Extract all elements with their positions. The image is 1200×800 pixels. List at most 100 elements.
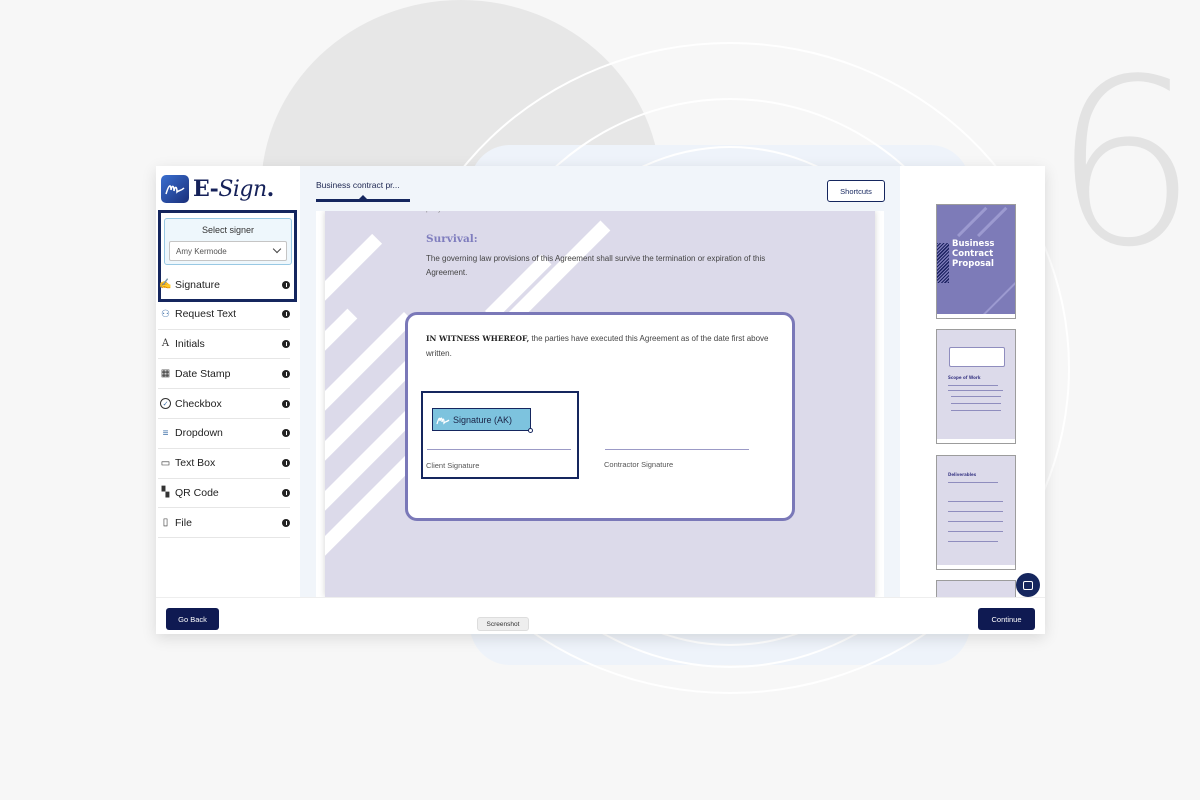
tab-caret-icon — [359, 195, 367, 199]
go-back-button[interactable]: Go Back — [166, 608, 219, 630]
info-icon[interactable] — [282, 339, 290, 348]
thumbnail-page-1[interactable]: Business Contract Proposal — [936, 204, 1016, 319]
decorative-stripe — [325, 308, 358, 361]
tab-document[interactable]: Business contract pr... — [316, 180, 400, 190]
request-text-icon: ⚇ — [161, 308, 170, 320]
signer-selector: Select signer Amy Kermode — [164, 218, 292, 265]
mini-text-line — [948, 521, 1003, 522]
signature-logo-icon — [161, 175, 189, 203]
tool-qr-code[interactable]: ▚ QR Code — [158, 479, 290, 509]
tool-checkbox[interactable]: ✓ Checkbox — [158, 389, 290, 419]
background-step-number: 6 — [1052, 31, 1199, 298]
signature-field[interactable]: Signature (AK) — [432, 408, 533, 433]
signature-line — [605, 449, 749, 450]
shortcuts-button[interactable]: Shortcuts — [827, 180, 885, 202]
decorative-stripe — [325, 233, 383, 311]
logo-dot: . — [266, 176, 275, 202]
thumbnail-footer — [937, 314, 1015, 318]
footer-bar: Go Back Screenshot Continue — [156, 597, 1045, 634]
screenshot-tooltip: Screenshot — [477, 617, 529, 631]
esign-window: E-Sign. Select signer Amy Kermode ✍ Sign… — [156, 166, 1045, 634]
thumbnail-title: Business Contract Proposal — [952, 239, 995, 269]
tool-label: Initials — [175, 337, 205, 350]
mini-text-line — [951, 403, 1001, 404]
mini-text-line — [951, 410, 1001, 411]
dropdown-icon: ≡ — [162, 427, 169, 439]
thumbnail-footer — [937, 565, 1015, 569]
info-icon[interactable] — [282, 280, 290, 289]
contractor-signature-caption: Contractor Signature — [604, 460, 674, 469]
document-editor: Business contract pr... Shortcuts party.… — [300, 166, 900, 597]
thumbnail-page-2[interactable]: Scope of Work — [936, 329, 1016, 444]
signature-field-label: Signature (AK) — [453, 414, 513, 425]
thumbnail-page-3[interactable]: Deliverables — [936, 455, 1016, 570]
clipped-text: party. — [426, 211, 443, 213]
initials-icon: A — [161, 338, 170, 350]
witness-text: IN WITNESS WHEREOF, the parties have exe… — [426, 331, 776, 361]
info-icon[interactable] — [282, 459, 290, 468]
logo: E-Sign. — [161, 175, 274, 203]
check-glyph: ✓ — [162, 400, 169, 408]
tool-file[interactable]: ▯ File — [158, 508, 290, 539]
section-paragraph: The governing law provisions of this Agr… — [426, 254, 766, 277]
thumbnail-heading: Deliverables — [948, 472, 977, 477]
info-icon[interactable] — [282, 399, 290, 408]
signer-value: Amy Kermode — [176, 247, 227, 256]
text-box-icon: ▭ — [160, 457, 171, 469]
signature-icon — [436, 416, 450, 425]
mini-text-line — [948, 385, 998, 386]
tool-text-box[interactable]: ▭ Text Box — [158, 449, 290, 479]
document-viewport[interactable]: party. Survival: The governing law provi… — [316, 211, 884, 597]
tool-label: Request Text — [175, 308, 237, 321]
chat-icon — [1023, 580, 1033, 590]
mini-text-line — [948, 541, 998, 542]
info-icon[interactable] — [282, 310, 290, 319]
field-tool-list: ✍ Signature ⚇ Request Text A Initials ▦ … — [158, 270, 290, 539]
tool-label: Date Stamp — [175, 367, 231, 380]
tool-request-text[interactable]: ⚇ Request Text — [158, 300, 290, 330]
signer-dropdown[interactable]: Amy Kermode — [169, 241, 287, 261]
document-page: party. Survival: The governing law provi… — [325, 211, 875, 597]
continue-button[interactable]: Continue — [978, 608, 1035, 630]
resize-handle[interactable] — [528, 428, 533, 433]
tool-signature[interactable]: ✍ Signature — [158, 270, 290, 300]
tab-active-indicator — [316, 199, 410, 202]
info-icon[interactable] — [282, 488, 290, 497]
client-signature-area[interactable]: Signature (AK) Client Signature — [421, 391, 579, 479]
mini-text-line — [948, 531, 1003, 532]
thumbnail-footer — [937, 439, 1015, 443]
mini-text-line — [948, 501, 1003, 502]
logo-suffix: Sign — [218, 177, 267, 202]
tool-label: Checkbox — [175, 397, 222, 410]
info-icon[interactable] — [282, 518, 290, 527]
tool-label: QR Code — [175, 486, 219, 499]
logo-text: E-Sign. — [193, 176, 274, 202]
page-thumbnails: Business Contract Proposal Scope of Work… — [900, 166, 1045, 634]
check-circle-icon: ✓ — [160, 398, 171, 410]
mini-text-line — [948, 390, 1003, 391]
file-icon: ▯ — [162, 517, 169, 529]
sidebar: E-Sign. Select signer Amy Kermode ✍ Sign… — [156, 166, 300, 597]
chat-support-button[interactable] — [1016, 573, 1040, 597]
witness-bold: IN WITNESS WHEREOF, — [426, 334, 530, 343]
tool-initials[interactable]: A Initials — [158, 330, 290, 360]
tool-label: Dropdown — [175, 427, 223, 440]
tool-label: Text Box — [175, 457, 216, 470]
signature-icon: ✍ — [159, 279, 172, 291]
info-icon[interactable] — [282, 429, 290, 438]
tool-label: File — [175, 516, 192, 529]
witness-block: IN WITNESS WHEREOF, the parties have exe… — [405, 312, 795, 521]
mini-text-line — [948, 511, 1003, 512]
mini-witness-box — [949, 347, 1005, 367]
signer-label: Select signer — [201, 225, 255, 235]
qr-code-icon: ▚ — [161, 487, 170, 499]
signature-line — [427, 449, 571, 450]
mini-text-line — [948, 482, 998, 483]
tool-date-stamp[interactable]: ▦ Date Stamp — [158, 359, 290, 390]
tool-label: Signature — [175, 278, 220, 291]
cover-hatch — [937, 243, 949, 283]
client-signature-caption: Client Signature — [426, 461, 480, 470]
info-icon[interactable] — [282, 369, 290, 378]
tool-dropdown[interactable]: ≡ Dropdown — [158, 419, 290, 449]
decorative-stripe — [982, 272, 1015, 317]
